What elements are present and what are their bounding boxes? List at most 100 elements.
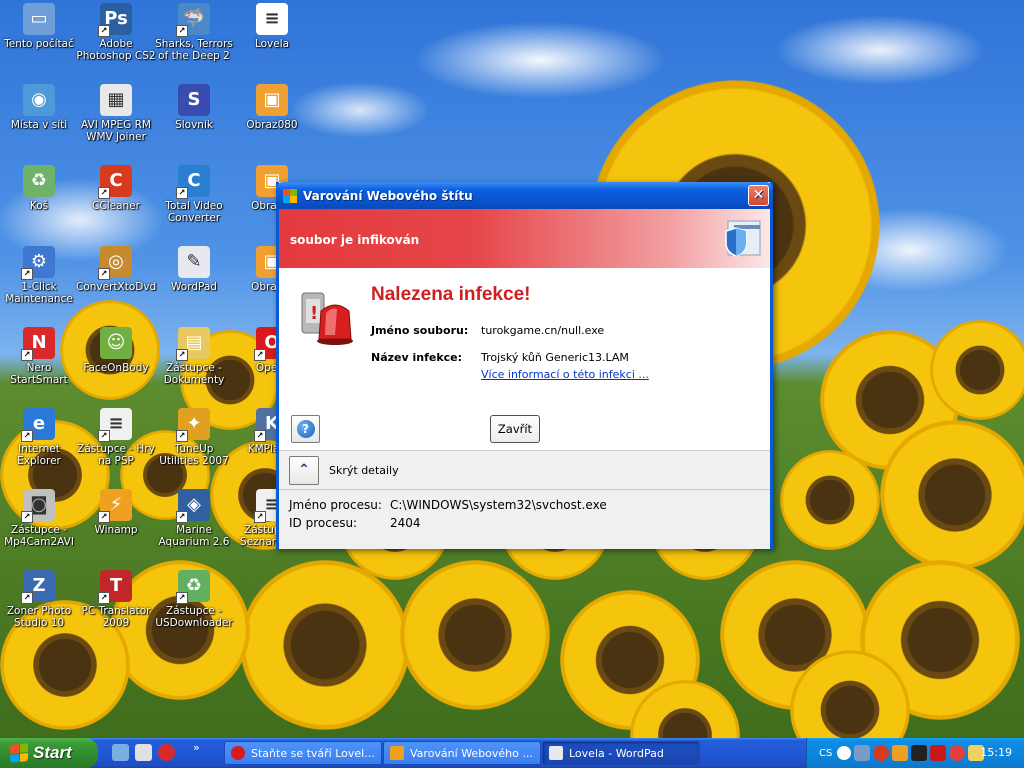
close-window-button[interactable]: ✕ — [748, 185, 769, 206]
process-id-label: ID procesu: — [289, 516, 358, 530]
dialog-titlebar[interactable]: Varování Webového štítu ✕ — [276, 182, 773, 209]
desktop-icon-31[interactable]: ♻Zástupce - USDownloader — [154, 570, 234, 629]
winamp-tray-icon[interactable] — [911, 745, 928, 761]
winamp-icon: ⚡ — [98, 489, 132, 523]
infection-banner: soubor je infikován — [279, 209, 770, 268]
dvd-converter-icon: ◎ — [98, 246, 132, 280]
security-tray-icon[interactable] — [949, 745, 966, 761]
infection-heading: Nalezena infekce! — [371, 284, 531, 305]
show-desktop-icon[interactable] — [112, 744, 129, 761]
taskbar-button-1[interactable]: Staňte se tváří Lovel... — [224, 741, 382, 765]
downloader-shortcut-icon: ♻ — [176, 570, 210, 604]
desktop-icon-label: Marine Aquarium 2.6 — [158, 524, 230, 548]
desktop-icon-label: FaceOnBody — [83, 362, 149, 374]
process-name-value: C:\WINDOWS\system32\svchost.exe — [390, 498, 607, 512]
language-indicator[interactable]: CS — [819, 748, 832, 759]
desktop-icon-29[interactable]: ZZoner Photo Studio 10 — [0, 570, 79, 629]
desktop-icon-11[interactable]: CTotal Video Converter — [154, 165, 234, 224]
nero-icon: N — [21, 327, 55, 361]
taskbar-button-label: Varování Webového ... — [410, 746, 533, 760]
desktop-icon-label: Internet Explorer — [17, 443, 61, 467]
desktop-icon-14[interactable]: ◎ConvertXtoDvd — [76, 246, 156, 293]
document-shortcut-icon: ≡ — [98, 408, 132, 442]
hide-details-button[interactable]: ⌃ — [289, 456, 319, 485]
desktop-icon-label: Winamp — [94, 524, 138, 536]
desktop-icon-17[interactable]: NNero StartSmart — [0, 327, 79, 386]
desktop-icon-25[interactable]: ◙Zástupce - Mp4Cam2AVI — [0, 489, 79, 548]
taskbar-button-label: Lovela - WordPad — [569, 746, 664, 760]
desktop-icon-label: Zástupce - Dokumenty — [163, 362, 225, 386]
video-converter-icon: C — [176, 165, 210, 199]
file-name-value: turokgame.cn/null.exe — [481, 324, 605, 337]
opera-icon[interactable] — [158, 744, 175, 761]
desktop-icon-label: PC Translator 2009 — [81, 605, 151, 629]
desktop-icon-4[interactable]: ≡ Lovela — [232, 3, 312, 50]
my-computer-icon: ▭ — [23, 3, 55, 35]
desktop-icon-10[interactable]: CCCleaner — [76, 165, 156, 212]
video-joiner-icon: ▦ — [100, 84, 132, 116]
desktop-icon-19[interactable]: ▤Zástupce - Dokumenty — [154, 327, 234, 386]
process-name-label: Jméno procesu: — [289, 498, 382, 512]
desktop-icon-21[interactable]: eInternet Explorer — [0, 408, 79, 467]
help-button[interactable]: ? — [291, 415, 320, 443]
windows-logo-icon — [10, 743, 28, 763]
opera-icon — [231, 746, 245, 760]
desktop-icon-label: ConvertXtoDvd — [76, 281, 157, 293]
process-details: Jméno procesu: C:\WINDOWS\system32\svcho… — [279, 490, 770, 549]
folder-shortcut-icon: ▤ — [176, 327, 210, 361]
taskbar-button-label: Staňte se tváří Lovel... — [251, 746, 375, 760]
tray-expand-icon[interactable] — [837, 746, 852, 760]
ccleaner-icon: C — [98, 165, 132, 199]
hide-details-label[interactable]: Skrýt detaily — [329, 464, 399, 477]
desktop-icon-6[interactable]: ▦ AVI MPEG RM WMV Joiner — [76, 84, 156, 143]
aquarium-icon: ◈ — [176, 489, 210, 523]
desktop-icon-label: Total Video Converter — [165, 200, 223, 224]
desktop-icon-26[interactable]: ⚡Winamp — [76, 489, 156, 536]
taskbar: Start » Staňte se tváří Lovel... Varování… — [0, 738, 1024, 768]
desktop-icon-27[interactable]: ◈Marine Aquarium 2.6 — [154, 489, 234, 548]
desktop-icon-label: Slovník — [175, 119, 213, 131]
desktop-icon-label: Tento počítač — [4, 38, 74, 50]
avast-tray-icon[interactable] — [892, 745, 909, 761]
quick-launch-more-icon[interactable]: » — [193, 741, 200, 754]
web-shield-warning-dialog: Varování Webového štítu ✕ soubor je infi… — [276, 182, 773, 549]
wordpad-icon — [549, 746, 563, 760]
desktop-icon-15[interactable]: ✎ WordPad — [154, 246, 234, 293]
ati-tray-icon[interactable] — [930, 745, 947, 761]
desktop-icon-7[interactable]: S Slovník — [154, 84, 234, 131]
image-file-icon: ▣ — [256, 84, 288, 116]
quick-launch-app-icon[interactable] — [135, 744, 152, 761]
face-on-body-icon: ☺ — [100, 327, 132, 359]
desktop-icon-23[interactable]: ✦TuneUp Utilities 2007 — [154, 408, 234, 467]
desktop-icon-label: Zoner Photo Studio 10 — [6, 605, 72, 629]
desktop-icon-8[interactable]: ▣ Obraz080 — [232, 84, 312, 131]
taskbar-button-3[interactable]: Lovela - WordPad — [542, 741, 700, 765]
more-info-link[interactable]: Více informací o této infekci ... — [481, 368, 649, 381]
desktop-icon-22[interactable]: ≡Zástupce - Hry na PSP — [76, 408, 156, 467]
zoner-photo-icon: Z — [21, 570, 55, 604]
svg-text:!: ! — [310, 303, 318, 324]
nero-tray-icon[interactable] — [873, 745, 890, 761]
close-button[interactable]: Zavřít — [490, 415, 540, 443]
internet-explorer-icon: e — [21, 408, 55, 442]
desktop-icon-label: Místa v síti — [10, 119, 68, 131]
desktop-icon-30[interactable]: TPC Translator 2009 — [76, 570, 156, 629]
desktop-icon-9[interactable]: ♻ Koš — [0, 165, 79, 212]
close-icon: ✕ — [752, 187, 765, 203]
desktop-icon-3[interactable]: 🦈Sharks, Terrors of the Deep 2 — [154, 3, 234, 62]
start-button[interactable]: Start — [0, 738, 98, 768]
desktop-icon-2[interactable]: PsAdobe Photoshop CS2 — [76, 3, 156, 62]
taskbar-button-2[interactable]: Varování Webového ... — [383, 741, 541, 765]
clock[interactable]: 15:19 — [980, 746, 1012, 759]
chevron-up-icon: ⌃ — [298, 462, 310, 478]
desktop-icon-5[interactable]: ◉ Místa v síti — [0, 84, 79, 131]
process-id-value: 2404 — [390, 516, 421, 530]
desktop-icon-18[interactable]: ☺ FaceOnBody — [76, 327, 156, 374]
desktop-icon-13[interactable]: ⚙1-Click Maintenance — [0, 246, 79, 305]
pc-translator-icon: T — [98, 570, 132, 604]
details-toggle-bar: ⌃ Skrýt detaily — [279, 450, 770, 490]
desktop-icon-label: Obraz080 — [246, 119, 298, 131]
camera-shortcut-icon: ◙ — [21, 489, 55, 523]
desktop-icon-1[interactable]: ▭ Tento počítač — [0, 3, 79, 50]
network-tray-icon[interactable] — [854, 745, 871, 761]
